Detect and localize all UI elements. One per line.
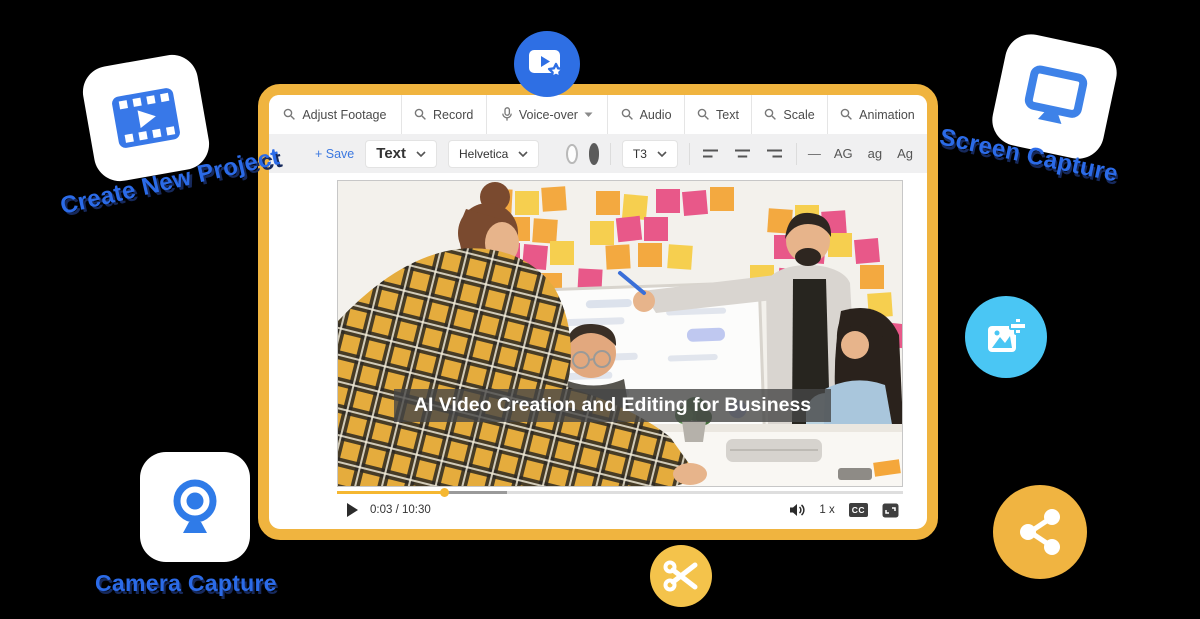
font-dropdown[interactable]: Helvetica	[448, 140, 539, 168]
video-preview[interactable]: AI Video Creation and Editing for Busine…	[337, 180, 903, 487]
camera-capture-label: Camera Capture	[95, 570, 277, 597]
font-value: Helvetica	[459, 147, 508, 161]
microphone-icon	[501, 107, 513, 122]
toolbar-item-label: Animation	[859, 108, 915, 122]
search-icon	[840, 108, 853, 121]
trim-badge	[650, 545, 712, 607]
play-button[interactable]	[347, 503, 358, 517]
toolbar-item-voice-over[interactable]: Voice-over	[487, 95, 609, 134]
toolbar-item-scale[interactable]: Scale	[752, 95, 828, 134]
text-style-dropdown[interactable]: Text	[365, 140, 437, 168]
uppercase-button[interactable]: AG	[832, 146, 855, 161]
search-icon	[414, 108, 427, 121]
toolbar-item-label: Adjust Footage	[302, 108, 386, 122]
text-style-value: Text	[376, 145, 406, 162]
player-controls: 0:03 / 10:30 1 x CC	[337, 497, 903, 523]
chevron-down-icon	[518, 151, 528, 157]
video-editor-window: Adjust Footage Record Voice-over Audio T…	[258, 84, 938, 540]
film-play-icon	[109, 85, 184, 152]
toolbar-item-label: Record	[433, 108, 473, 122]
color-swatch-dark[interactable]	[589, 143, 600, 165]
align-left-icon	[702, 148, 719, 159]
closed-captions-button[interactable]: CC	[849, 503, 868, 517]
toolbar-item-adjust-footage[interactable]: Adjust Footage	[269, 95, 402, 134]
scissors-icon	[662, 558, 700, 594]
share-badge	[993, 485, 1087, 579]
lowercase-button[interactable]: ag	[866, 146, 884, 161]
chevron-down-icon	[584, 112, 593, 118]
camera-capture-card	[140, 452, 250, 562]
progress-played	[337, 491, 445, 494]
main-toolbar: Adjust Footage Record Voice-over Audio T…	[269, 95, 927, 134]
toolbar-item-label: Text	[716, 108, 739, 122]
video-star-icon	[527, 46, 567, 82]
progress-knob[interactable]	[440, 488, 449, 497]
color-swatch-light[interactable]	[566, 144, 578, 164]
format-toolbar: + Save Text Helvetica T3	[269, 134, 927, 173]
align-center-button[interactable]	[732, 146, 753, 161]
align-right-button[interactable]	[764, 146, 785, 161]
video-scene-meeting	[338, 181, 903, 487]
promo-canvas: Adjust Footage Record Voice-over Audio T…	[0, 0, 1200, 619]
playback-speed-button[interactable]: 1 x	[819, 504, 834, 516]
align-left-button[interactable]	[700, 146, 721, 161]
volume-icon[interactable]	[789, 503, 805, 517]
toolbar-item-record[interactable]: Record	[402, 95, 487, 134]
monitor-icon	[1018, 62, 1091, 132]
toolbar-item-audio[interactable]: Audio	[608, 95, 684, 134]
webcam-icon	[166, 476, 224, 538]
titlecase-button[interactable]: Ag	[895, 146, 915, 161]
toolbar-item-label: Voice-over	[519, 108, 578, 122]
share-icon	[1014, 506, 1066, 558]
toolbar-item-animation[interactable]: Animation	[828, 95, 927, 134]
add-image-badge	[965, 296, 1047, 378]
video-caption-band: AI Video Creation and Editing for Busine…	[394, 389, 831, 422]
text-size-value: T3	[633, 147, 647, 161]
align-center-icon	[734, 148, 751, 159]
time-display: 0:03 / 10:30	[370, 504, 431, 516]
letter-spacing-button[interactable]: —	[808, 146, 821, 161]
search-icon	[283, 108, 296, 121]
toolbar-item-text[interactable]: Text	[685, 95, 752, 134]
chevron-down-icon	[657, 151, 667, 157]
video-star-badge	[514, 31, 580, 97]
search-icon	[621, 108, 634, 121]
text-size-dropdown[interactable]: T3	[622, 140, 678, 168]
video-progress-bar[interactable]	[337, 491, 903, 494]
align-right-icon	[766, 148, 783, 159]
search-icon	[697, 108, 710, 121]
toolbar-item-label: Scale	[783, 108, 814, 122]
chevron-down-icon	[416, 151, 426, 157]
toolbar-item-label: Audio	[640, 108, 672, 122]
video-caption-text: AI Video Creation and Editing for Busine…	[414, 394, 811, 417]
search-icon	[764, 108, 777, 121]
fullscreen-icon[interactable]	[882, 503, 899, 518]
save-button[interactable]: + Save	[315, 147, 354, 161]
add-image-icon	[984, 316, 1028, 358]
